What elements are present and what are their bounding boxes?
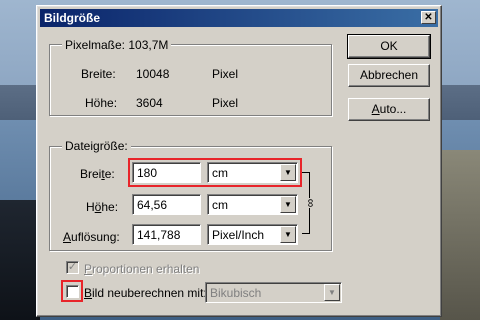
pixel-height-label: Höhe:	[85, 96, 118, 110]
resample-method-select[interactable]: Bikubisch ▼	[205, 282, 342, 303]
pixel-height-unit: Pixel	[212, 96, 239, 110]
document-size-title: Dateigröße:	[62, 139, 131, 153]
cancel-button[interactable]: Abbrechen	[348, 64, 430, 87]
height-label: Höhe:	[86, 200, 119, 214]
background-railing	[440, 150, 480, 320]
resample-method-value: Bikubisch	[210, 286, 262, 300]
ok-button[interactable]: OK	[347, 34, 431, 59]
image-size-dialog: Bildgröße ✕ Pixelmaße: 103,7M Breite: 10…	[36, 5, 442, 317]
width-highlight-box	[128, 158, 302, 187]
pixel-width-label: Breite:	[81, 67, 116, 81]
height-input[interactable]: 64,56	[132, 194, 201, 215]
resample-highlight-box	[61, 280, 83, 302]
resample-label: Bild neuberechnen mit:	[84, 286, 207, 300]
chevron-down-icon[interactable]: ▼	[280, 226, 296, 243]
constrain-proportions-label: Proportionen erhalten	[84, 262, 200, 276]
resolution-label: Auflösung:	[63, 230, 120, 244]
title-bar[interactable]: Bildgröße ✕	[40, 9, 438, 27]
height-unit-value: cm	[212, 198, 228, 212]
chevron-down-icon[interactable]: ▼	[324, 284, 340, 301]
dialog-title: Bildgröße	[44, 11, 100, 25]
pixel-width-value: 10048	[136, 67, 170, 81]
checkmark-icon: ✓	[67, 261, 78, 273]
resolution-input[interactable]: 141,788	[132, 224, 201, 245]
close-button[interactable]: ✕	[421, 11, 436, 24]
resolution-unit-value: Pixel/Inch	[212, 228, 265, 242]
auto-button[interactable]: Auto...	[348, 98, 430, 121]
background-figure	[0, 200, 40, 320]
pixel-dimensions-title: Pixelmaße: 103,7M	[62, 38, 172, 52]
height-unit-select[interactable]: cm ▼	[207, 194, 298, 215]
width-label: Breite:	[80, 167, 115, 181]
pixel-width-unit: Pixel	[212, 67, 239, 81]
pixel-height-value: 3604	[136, 96, 163, 110]
resolution-unit-select[interactable]: Pixel/Inch ▼	[207, 224, 298, 245]
chain-link-icon: ∞	[303, 198, 319, 208]
constrain-proportions-checkbox[interactable]: ✓	[66, 261, 79, 274]
chevron-down-icon[interactable]: ▼	[280, 196, 296, 213]
close-icon: ✕	[424, 12, 433, 23]
